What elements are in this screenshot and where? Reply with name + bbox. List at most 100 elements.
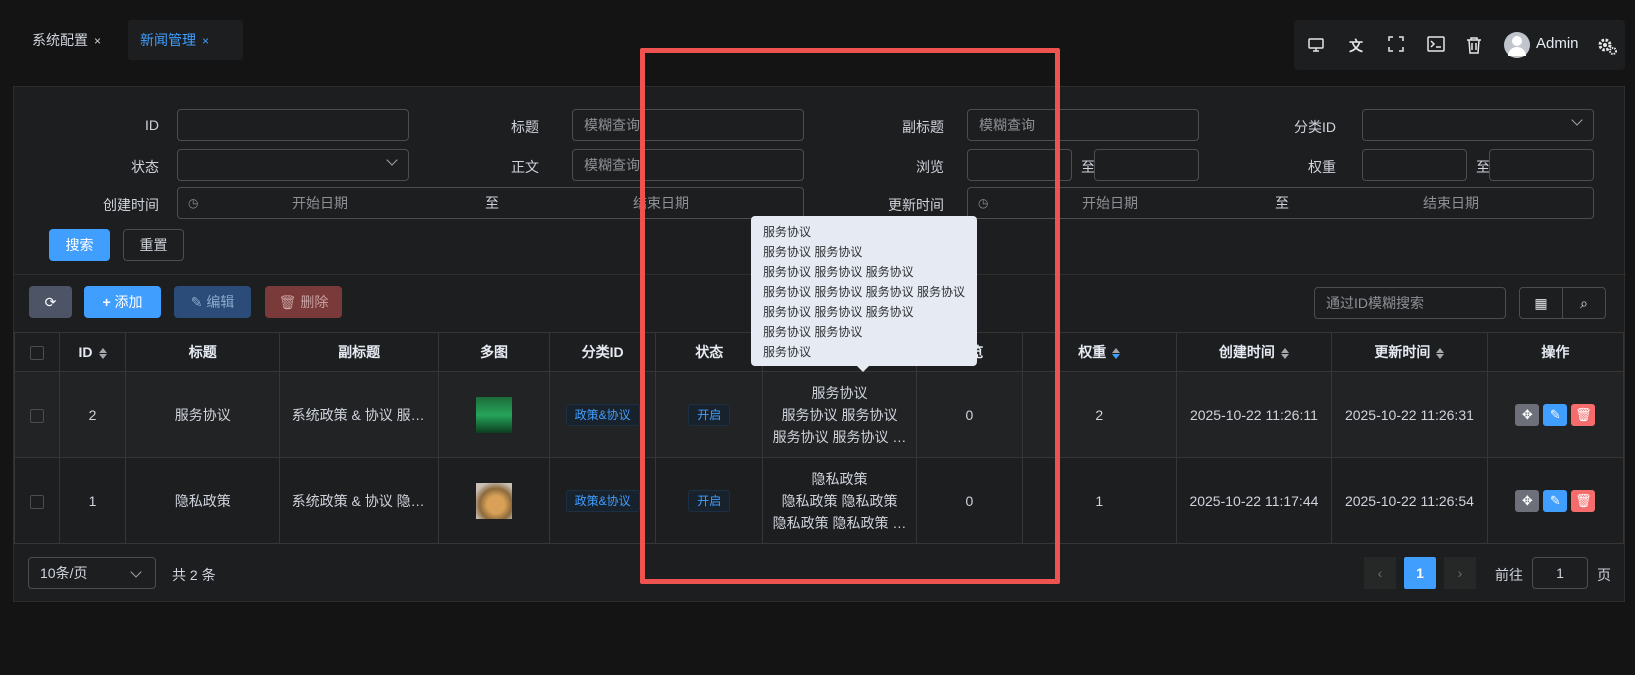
terminal-icon[interactable]: [1426, 36, 1446, 56]
avatar[interactable]: [1504, 32, 1530, 58]
col-status: 状态: [655, 332, 764, 372]
search-button[interactable]: 搜索: [49, 229, 110, 261]
sort-icon[interactable]: [98, 347, 107, 360]
edit-icon[interactable]: ✎: [1543, 489, 1568, 512]
cell-views: 0: [915, 457, 1023, 544]
fullscreen-icon[interactable]: [1386, 36, 1406, 56]
cell-views: 0: [915, 371, 1023, 458]
id-search-input[interactable]: 通过ID模糊搜索: [1314, 287, 1506, 319]
table-row[interactable]: 2 服务协议 系统政策 & 协议 服务协议 政策&协议 开启 服务协议服务协议 …: [14, 371, 1625, 458]
total-count: 共 2 条: [172, 567, 216, 583]
updated-date-range[interactable]: ◷ 开始日期 至 结束日期: [967, 187, 1594, 219]
clock-icon: ◷: [978, 196, 989, 210]
weight-max-input[interactable]: [1489, 149, 1594, 181]
id-input[interactable]: [177, 109, 409, 141]
tab-system-config[interactable]: 系统配置 ×: [20, 20, 113, 60]
col-images: 多图: [438, 332, 550, 372]
page-1-button[interactable]: 1: [1404, 557, 1436, 589]
category-select[interactable]: [1362, 109, 1594, 141]
sort-icon[interactable]: [1112, 347, 1121, 360]
edit-button[interactable]: ✎ 编辑: [174, 286, 251, 318]
sort-icon[interactable]: [1280, 347, 1289, 360]
cell-created: 2025-10-22 11:17:44: [1175, 457, 1333, 544]
cell-actions: ✥ ✎ 🗑: [1486, 457, 1625, 544]
col-id[interactable]: ID: [58, 332, 127, 372]
reset-button[interactable]: 重置: [123, 229, 184, 261]
tooltip-line: 服务协议 服务协议 服务协议 服务协议: [763, 285, 966, 299]
sort-icon[interactable]: [1436, 347, 1445, 360]
tooltip-line: 服务协议 服务协议 服务协议: [763, 305, 914, 319]
edit-icon[interactable]: ✎: [1543, 403, 1568, 426]
tooltip-line: 服务协议 服务协议: [763, 325, 863, 339]
plus-icon: +: [102, 294, 115, 310]
search-icon: ⌕: [1580, 295, 1588, 311]
subtitle-input[interactable]: 模糊查询: [967, 109, 1199, 141]
grid-view-button[interactable]: ▦: [1519, 287, 1563, 319]
status-tag: 开启: [688, 489, 731, 512]
select-all-checkbox[interactable]: [29, 346, 44, 361]
tooltip-line: 服务协议 服务协议 服务协议: [763, 265, 914, 279]
row-select-cell[interactable]: [14, 457, 60, 544]
goto-page-input[interactable]: 1: [1532, 557, 1588, 589]
table-row[interactable]: 1 隐私政策 系统政策 & 协议 隐私政策 政策&协议 开启 隐私政策隐私政策 …: [14, 457, 1625, 544]
subtitle-text: 系统政策 & 协议 服务协议: [291, 406, 427, 423]
tab-news-management[interactable]: 新闻管理 ×: [128, 20, 243, 60]
delete-icon[interactable]: 🗑: [1571, 489, 1596, 512]
move-icon[interactable]: ✥: [1515, 489, 1540, 512]
col-label: 更新时间: [1374, 344, 1431, 360]
close-icon[interactable]: ×: [202, 34, 209, 48]
row-select-cell[interactable]: [14, 371, 60, 458]
close-icon[interactable]: ×: [94, 34, 101, 48]
select-all-cell[interactable]: [14, 332, 60, 372]
tooltip-line: 服务协议 服务协议: [763, 245, 863, 259]
weight-min-input[interactable]: [1362, 149, 1467, 181]
trash-icon[interactable]: [1464, 36, 1484, 56]
cell-subtitle: 系统政策 & 协议 隐私政策: [279, 457, 440, 544]
chevron-down-icon: [1571, 114, 1583, 126]
cell-weight: 2: [1021, 371, 1177, 458]
views-max-input[interactable]: [1094, 149, 1199, 181]
cell-created: 2025-10-22 11:26:11: [1175, 371, 1333, 458]
monitor-icon[interactable]: [1306, 36, 1326, 56]
translate-icon[interactable]: 文: [1346, 36, 1366, 56]
body-input[interactable]: 模糊查询: [572, 149, 804, 181]
col-title: 标题: [125, 332, 281, 372]
cell-updated: 2025-10-22 11:26:31: [1331, 371, 1488, 458]
col-category: 分类ID: [548, 332, 657, 372]
goto-label: 前往: [1495, 567, 1523, 583]
add-button[interactable]: + 添加: [84, 286, 161, 318]
col-label: ID: [78, 344, 93, 360]
status-tag: 开启: [688, 403, 731, 426]
body-line: 隐私政策 隐私政策 …: [772, 514, 907, 531]
search-toggle-button[interactable]: ⌕: [1562, 287, 1606, 319]
image-thumbnail[interactable]: [476, 482, 512, 519]
prev-page-button[interactable]: ‹: [1364, 557, 1396, 589]
status-select[interactable]: [177, 149, 409, 181]
move-icon[interactable]: ✥: [1515, 403, 1540, 426]
subtitle-text: 系统政策 & 协议 隐私政策: [291, 492, 427, 509]
cell-body[interactable]: 服务协议 服务协议 服务协议 服务协议 服务协议 …: [762, 371, 917, 458]
image-thumbnail[interactable]: [476, 396, 512, 433]
col-updated[interactable]: 更新时间: [1331, 332, 1488, 372]
body-label: 正文: [511, 159, 539, 175]
col-weight[interactable]: 权重: [1021, 332, 1177, 372]
col-created[interactable]: 创建时间: [1175, 332, 1333, 372]
edit-button-label: 编辑: [206, 294, 235, 310]
username[interactable]: Admin: [1536, 35, 1579, 52]
col-subtitle: 副标题: [279, 332, 440, 372]
subtitle-label: 副标题: [902, 119, 944, 135]
views-min-input[interactable]: [967, 149, 1072, 181]
cell-body[interactable]: 隐私政策 隐私政策 隐私政策 隐私政策 隐私政策 …: [762, 457, 917, 544]
end-date: 结束日期: [1423, 195, 1479, 211]
refresh-button[interactable]: ⟳: [29, 286, 72, 318]
row-checkbox[interactable]: [29, 408, 44, 423]
title-input[interactable]: 模糊查询: [572, 109, 804, 141]
settings-icon[interactable]: [1597, 36, 1617, 56]
created-label: 创建时间: [103, 197, 159, 213]
next-page-button[interactable]: ›: [1444, 557, 1476, 589]
created-date-range[interactable]: ◷ 开始日期 至 结束日期: [177, 187, 804, 219]
range-separator: 至: [485, 195, 499, 211]
delete-icon[interactable]: 🗑: [1571, 403, 1596, 426]
delete-button[interactable]: 🗑 删除: [265, 286, 342, 318]
row-checkbox[interactable]: [29, 494, 44, 509]
